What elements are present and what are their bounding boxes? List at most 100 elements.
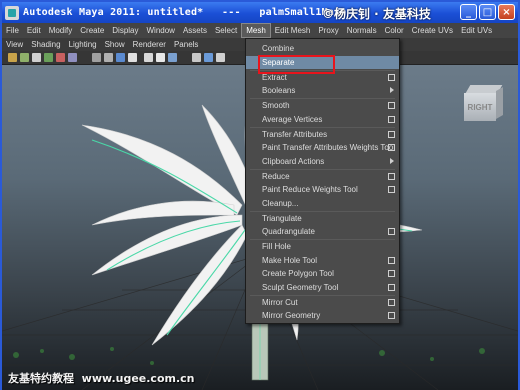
bookmark-icon[interactable] — [32, 53, 41, 62]
viewcube-right-face[interactable]: RIGHT — [464, 93, 496, 121]
minimize-button[interactable]: _ — [460, 4, 477, 20]
maya-app-icon — [5, 5, 19, 20]
camera-icon[interactable] — [8, 53, 17, 62]
option-box-icon[interactable] — [388, 186, 395, 193]
menu-item-transfer-attributes[interactable]: Transfer Attributes — [246, 128, 399, 141]
menu-item-quadrangulate[interactable]: Quadrangulate — [246, 225, 399, 238]
submenu-arrow-icon — [390, 87, 394, 93]
viewcube-side-face[interactable] — [496, 86, 503, 120]
menu-item-label: Mirror Geometry — [262, 311, 321, 320]
menu-item-clipboard-actions[interactable]: Clipboard Actions — [246, 155, 399, 168]
watermark-footer: 友基特约教程 www.ugee.com.cn — [8, 372, 195, 385]
menu-item-label: Triangulate — [262, 213, 302, 223]
isolate-icon[interactable] — [168, 53, 177, 62]
viewcube[interactable]: RIGHT — [464, 85, 504, 121]
menu-item-label: Paint Transfer Attributes Weights Tool — [262, 143, 396, 152]
menu-item-label: Sculpt Geometry Tool — [262, 282, 339, 292]
menu-item-mirror-cut[interactable]: Mirror Cut — [246, 296, 399, 309]
option-box-icon[interactable] — [388, 312, 395, 319]
cube-icon[interactable] — [192, 53, 201, 62]
option-box-icon[interactable] — [388, 256, 395, 264]
menu-item-create-polygon-tool[interactable]: Create Polygon Tool — [246, 267, 399, 280]
menu-item-triangulate[interactable]: Triangulate — [246, 212, 399, 225]
submenu-arrow-icon — [390, 157, 394, 164]
menu-item-mirror-geometry[interactable]: Mirror Geometry — [246, 309, 399, 322]
option-box-icon[interactable] — [388, 144, 395, 151]
menu-item-label: Quadrangulate — [262, 227, 315, 236]
menu-item-label: Create Polygon Tool — [262, 269, 334, 278]
menu-modify[interactable]: Modify — [45, 23, 77, 38]
menu-item-label: Make Hole Tool — [262, 255, 317, 265]
menu-create[interactable]: Create — [76, 23, 108, 38]
option-box-icon[interactable] — [388, 172, 395, 180]
watermark-top: ©杨庆钊 · 友基科技 — [322, 7, 431, 21]
menu-item-make-hole-tool[interactable]: Make Hole Tool — [246, 254, 399, 267]
light-icon[interactable] — [216, 53, 225, 62]
smooth-shade-icon[interactable] — [104, 53, 113, 62]
panel-menu-lighting[interactable]: Lighting — [65, 40, 101, 49]
menu-display[interactable]: Display — [108, 23, 142, 38]
panel-menu-shading[interactable]: Shading — [27, 40, 64, 49]
sphere-icon[interactable] — [204, 53, 213, 62]
panel-menu-view[interactable]: View — [2, 40, 27, 49]
menu-item-label: Clipboard Actions — [262, 156, 325, 166]
panel-menu-renderer[interactable]: Renderer — [129, 40, 170, 49]
menu-file[interactable]: File — [2, 23, 23, 38]
menu-edit[interactable]: Edit — [23, 23, 45, 38]
menu-item-paint-transfer-attributes-weights-tool[interactable]: Paint Transfer Attributes Weights Tool — [246, 141, 399, 154]
menu-create-uvs[interactable]: Create UVs — [408, 23, 457, 38]
wireframe-icon[interactable] — [92, 53, 101, 62]
menu-item-label: Transfer Attributes — [262, 129, 328, 139]
shadows-icon[interactable] — [144, 53, 153, 62]
menu-item-label: Paint Reduce Weights Tool — [262, 185, 358, 194]
textured-icon[interactable] — [116, 53, 125, 62]
window-title: Autodesk Maya 2011: untitled* --- palmSm… — [23, 7, 347, 18]
menu-item-label: Average Vertices — [262, 114, 323, 124]
menu-item-label: Cleanup... — [262, 198, 299, 208]
callout-highlight-box — [258, 55, 335, 74]
option-box-icon[interactable] — [388, 270, 395, 277]
main-menubar: File Edit Modify Create Display Window A… — [2, 23, 518, 38]
menu-assets[interactable]: Assets — [179, 23, 211, 38]
lights-icon[interactable] — [128, 53, 137, 62]
menu-item-reduce[interactable]: Reduce — [246, 170, 399, 183]
menu-color[interactable]: Color — [381, 23, 408, 38]
menu-item-label: Fill Hole — [262, 242, 291, 251]
panel-menu-panels[interactable]: Panels — [170, 40, 202, 49]
option-box-icon[interactable] — [388, 298, 395, 306]
select-camera-icon[interactable] — [20, 53, 29, 62]
option-box-icon[interactable] — [388, 130, 395, 138]
menu-edit-mesh[interactable]: Edit Mesh — [271, 23, 315, 38]
image-plane-icon[interactable] — [44, 53, 53, 62]
option-box-icon[interactable] — [388, 228, 395, 235]
maya-window: Autodesk Maya 2011: untitled* --- palmSm… — [0, 0, 520, 390]
film-gate-icon[interactable] — [56, 53, 65, 62]
menu-item-cleanup[interactable]: Cleanup... — [246, 197, 399, 210]
maximize-button[interactable]: □ — [479, 4, 496, 20]
panel-menu-show[interactable]: Show — [101, 40, 129, 49]
menu-item-label: Mirror Cut — [262, 297, 298, 307]
xray-icon[interactable] — [156, 53, 165, 62]
menu-normals[interactable]: Normals — [343, 23, 381, 38]
option-box-icon[interactable] — [388, 115, 395, 123]
menu-item-label: Smooth — [262, 101, 290, 110]
menu-proxy[interactable]: Proxy — [314, 23, 342, 38]
close-button[interactable]: × — [498, 4, 515, 20]
menu-item-booleans[interactable]: Booleans — [246, 84, 399, 97]
menu-window[interactable]: Window — [143, 23, 179, 38]
menu-edit-uvs[interactable]: Edit UVs — [457, 23, 496, 38]
resolution-gate-icon[interactable] — [68, 53, 77, 62]
menu-item-paint-reduce-weights-tool[interactable]: Paint Reduce Weights Tool — [246, 183, 399, 196]
option-box-icon[interactable] — [388, 283, 395, 291]
menu-item-average-vertices[interactable]: Average Vertices — [246, 113, 399, 126]
menu-item-combine[interactable]: Combine — [246, 42, 399, 55]
title-bar: Autodesk Maya 2011: untitled* --- palmSm… — [2, 2, 518, 23]
menu-mesh[interactable]: Mesh — [241, 23, 271, 38]
option-box-icon[interactable] — [388, 102, 395, 109]
menu-select[interactable]: Select — [211, 23, 241, 38]
menu-item-label: Combine — [262, 44, 295, 53]
menu-item-fill-hole[interactable]: Fill Hole — [246, 240, 399, 253]
option-box-icon[interactable] — [388, 73, 395, 81]
menu-item-smooth[interactable]: Smooth — [246, 99, 399, 112]
menu-item-sculpt-geometry-tool[interactable]: Sculpt Geometry Tool — [246, 281, 399, 294]
